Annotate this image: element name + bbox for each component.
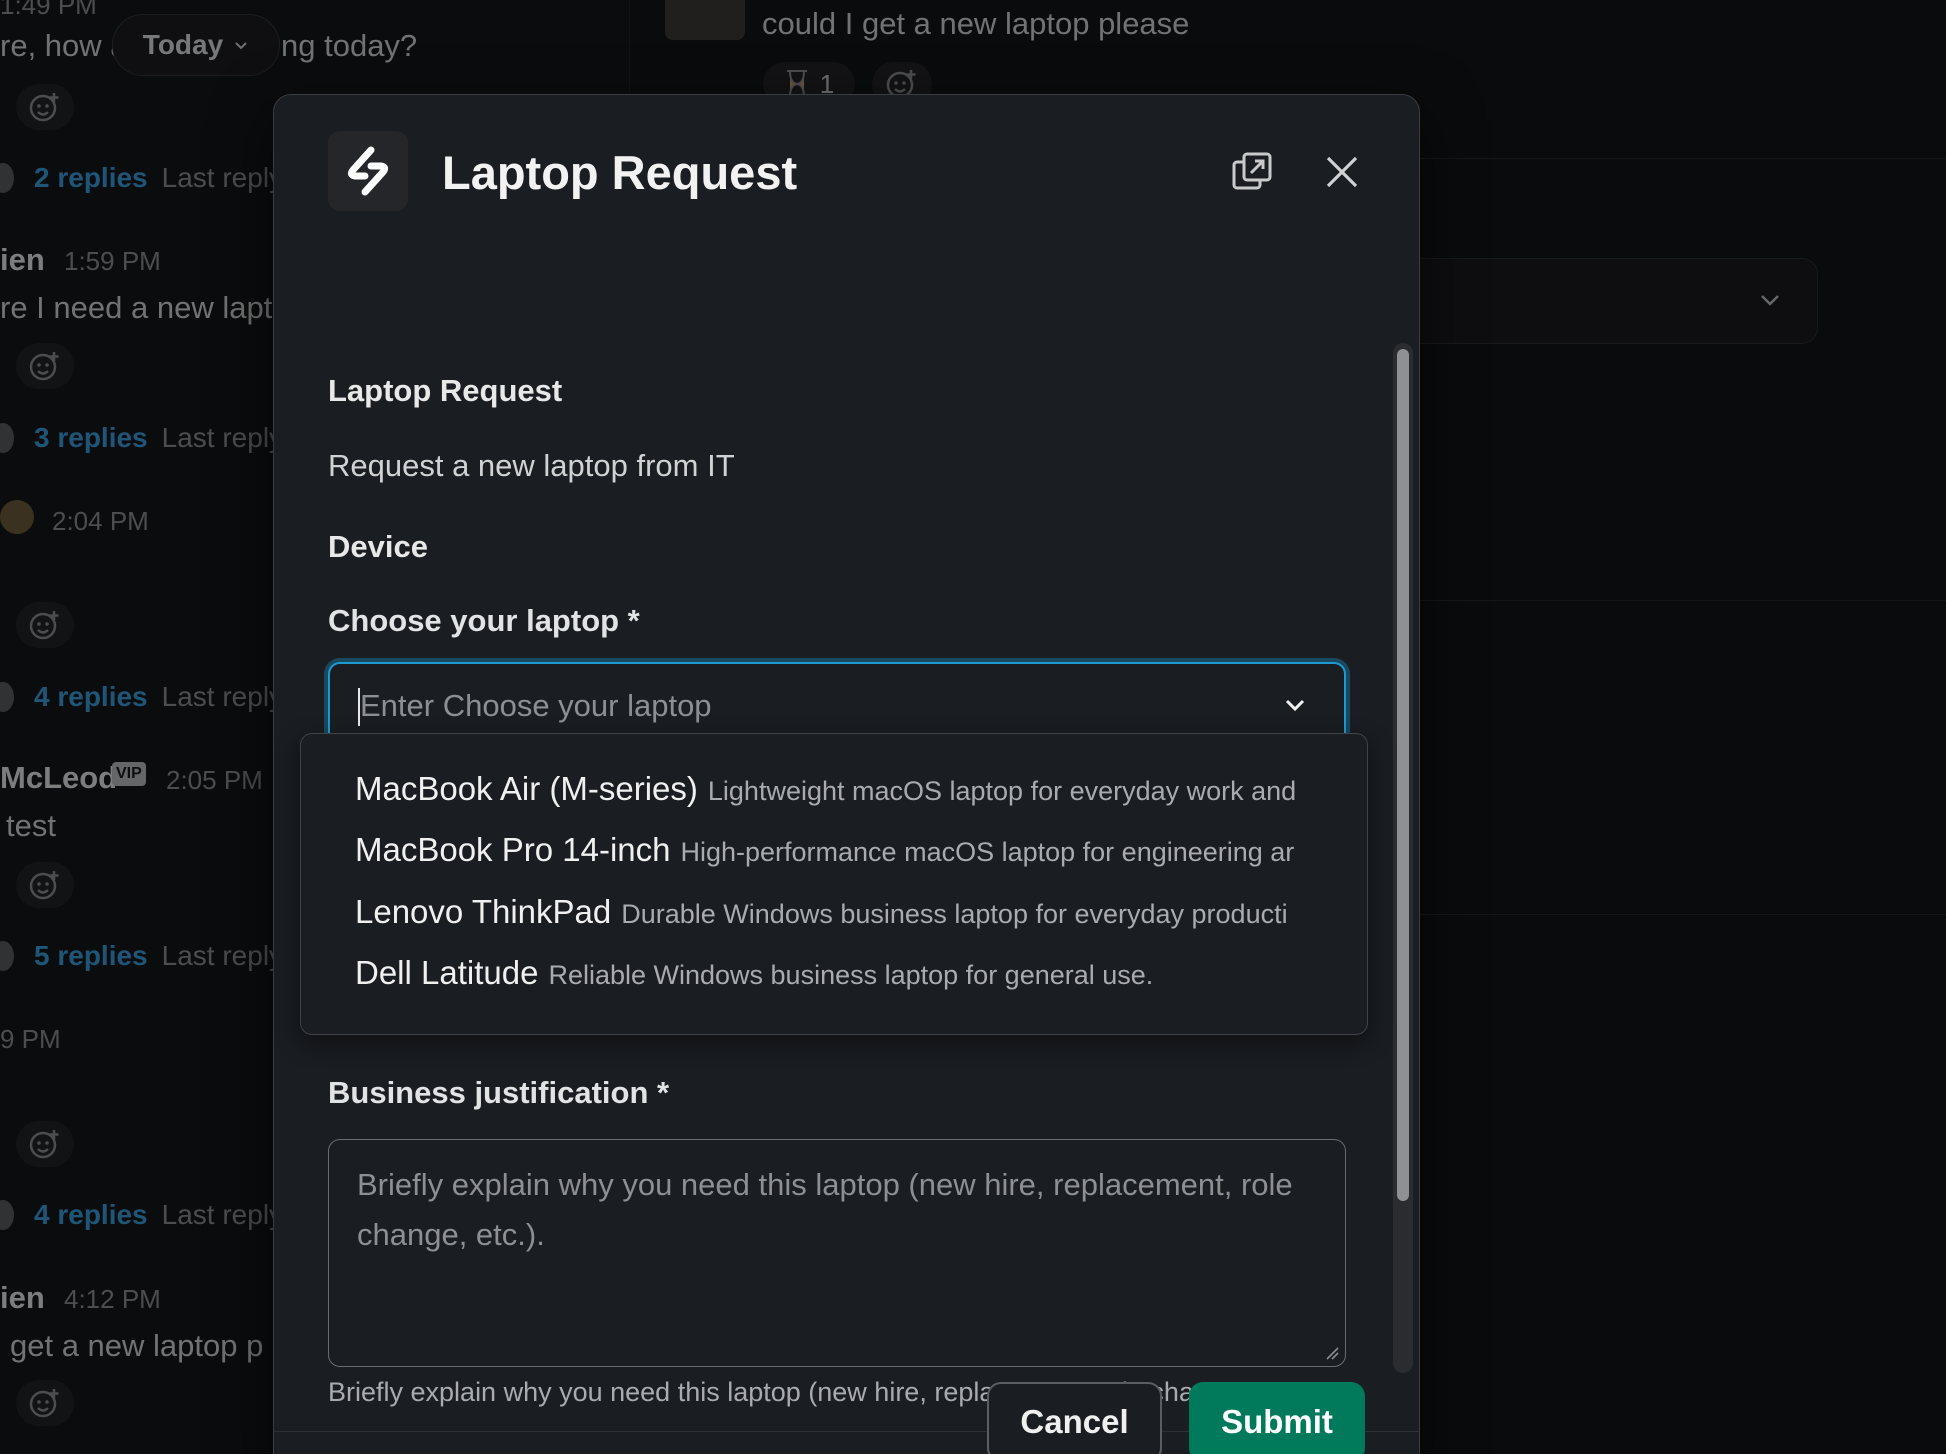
option-description: Reliable Windows business laptop for gen… bbox=[548, 960, 1154, 990]
option-description: Durable Windows business laptop for ever… bbox=[621, 899, 1288, 929]
laptop-select-placeholder: Enter Choose your laptop bbox=[360, 688, 712, 723]
resize-handle-icon[interactable] bbox=[1325, 1346, 1339, 1360]
form-description: Request a new laptop from IT bbox=[328, 448, 735, 483]
submit-button[interactable]: Submit bbox=[1189, 1382, 1365, 1454]
option-macbook-pro[interactable]: MacBook Pro 14-inch High-performance mac… bbox=[355, 831, 1315, 887]
option-macbook-air[interactable]: MacBook Air (M-series) Lightweight macOS… bbox=[355, 770, 1315, 826]
modal-title: Laptop Request bbox=[442, 146, 798, 199]
modal-body: Laptop Request Request a new laptop from… bbox=[274, 245, 1419, 1431]
laptop-request-modal: Laptop Request Laptop Request Request a … bbox=[273, 94, 1420, 1454]
option-name: MacBook Air (M-series) bbox=[355, 770, 698, 807]
scrollbar-thumb[interactable] bbox=[1397, 349, 1409, 1201]
close-button[interactable] bbox=[1315, 145, 1369, 199]
option-name: Dell Latitude bbox=[355, 954, 539, 991]
option-description: High-performance macOS laptop for engine… bbox=[680, 837, 1295, 867]
justification-textarea[interactable]: Briefly explain why you need this laptop… bbox=[328, 1139, 1346, 1367]
justification-placeholder: Briefly explain why you need this laptop… bbox=[357, 1167, 1293, 1252]
laptop-options-dropdown: MacBook Air (M-series) Lightweight macOS… bbox=[300, 733, 1368, 1035]
cancel-button[interactable]: Cancel bbox=[987, 1382, 1162, 1454]
app-logo bbox=[328, 131, 408, 211]
chevron-down-icon[interactable] bbox=[1282, 692, 1308, 718]
modal-header: Laptop Request bbox=[274, 95, 1419, 245]
option-name: Lenovo ThinkPad bbox=[355, 893, 612, 930]
section-title: Laptop Request bbox=[328, 373, 563, 408]
option-name: MacBook Pro 14-inch bbox=[355, 831, 671, 868]
close-icon bbox=[1326, 156, 1358, 188]
option-description: Lightweight macOS laptop for everyday wo… bbox=[707, 776, 1297, 806]
option-lenovo-thinkpad[interactable]: Lenovo ThinkPad Durable Windows business… bbox=[355, 893, 1315, 949]
popout-icon bbox=[1232, 152, 1272, 190]
laptop-field-label: Choose your laptop * bbox=[328, 603, 640, 638]
popout-button[interactable] bbox=[1225, 145, 1279, 199]
device-heading: Device bbox=[328, 529, 428, 564]
justification-label: Business justification * bbox=[328, 1075, 670, 1110]
option-dell-latitude[interactable]: Dell Latitude Reliable Windows business … bbox=[355, 954, 1315, 1010]
modal-scrollbar[interactable] bbox=[1393, 343, 1413, 1373]
app-logo-icon bbox=[347, 146, 389, 196]
